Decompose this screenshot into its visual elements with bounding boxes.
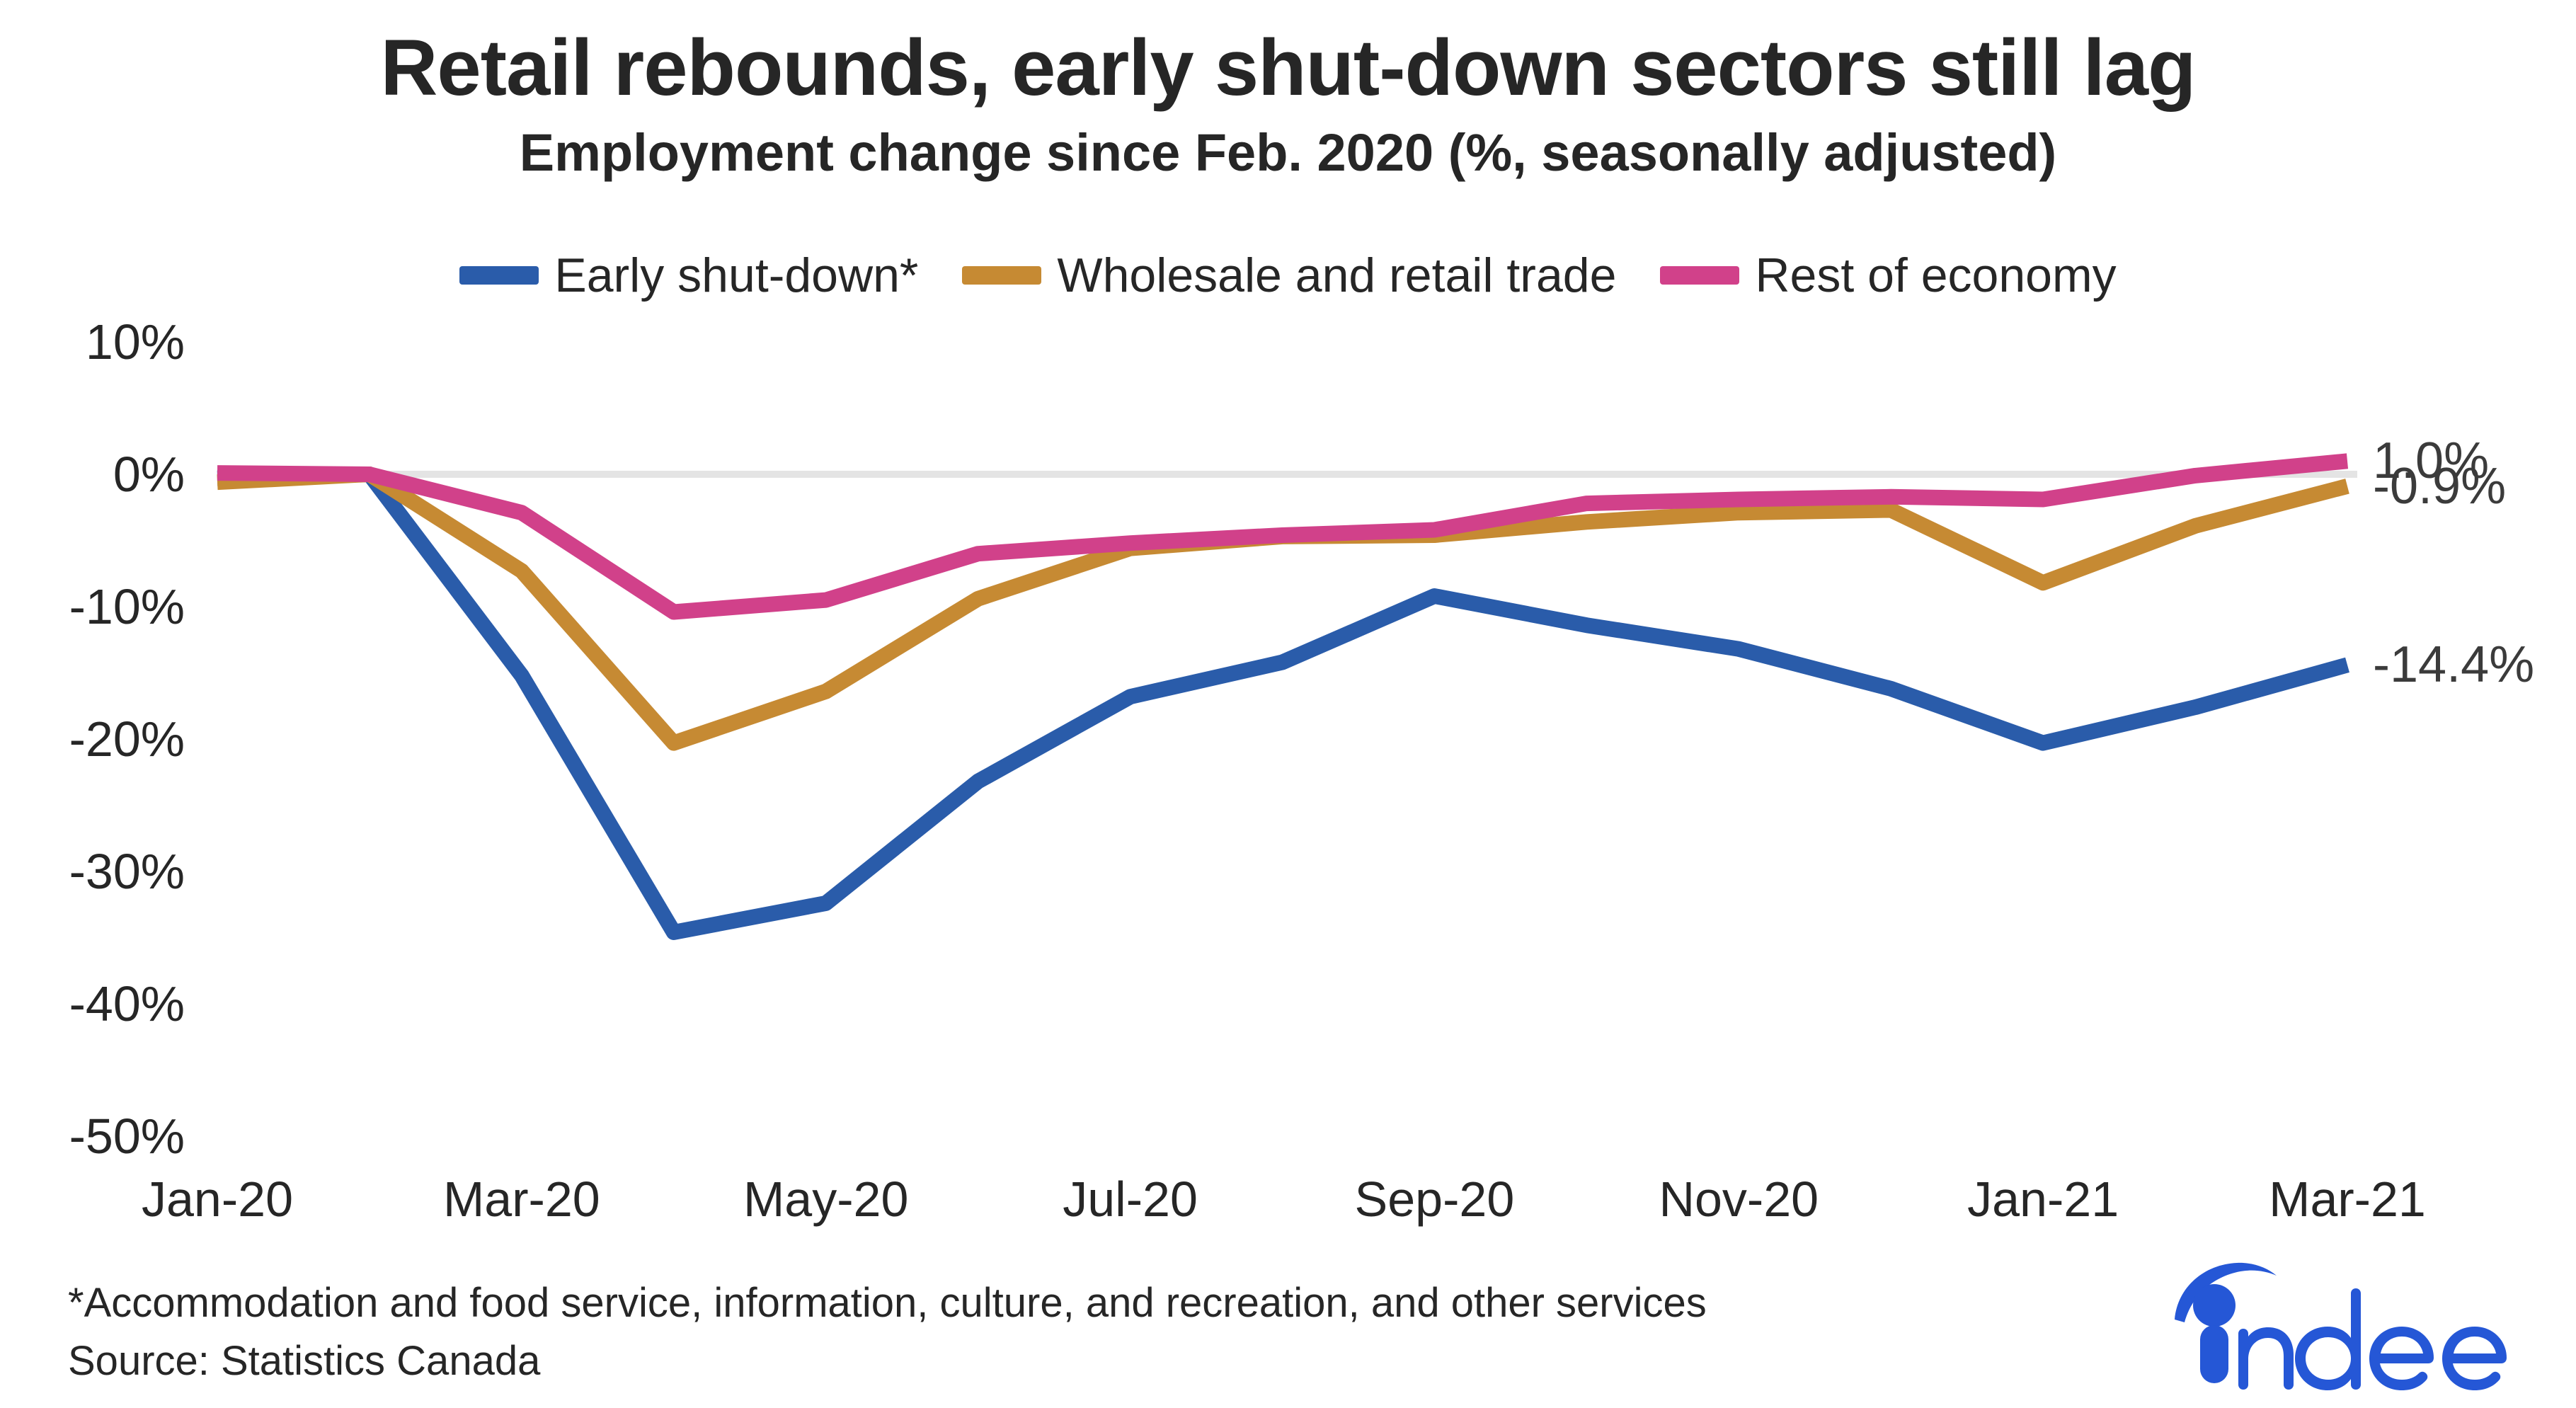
x-axis-tick-label: May-20 — [743, 1172, 909, 1227]
chart-footer: *Accommodation and food service, informa… — [68, 1274, 1908, 1391]
end-label-1: -0.9% — [2373, 457, 2507, 515]
y-axis-tick-label: 0% — [113, 447, 185, 502]
line-chart-svg — [217, 453, 2357, 940]
x-axis-tick-label: Jan-21 — [1967, 1172, 2119, 1227]
chart-page: Retail rebounds, early shut-down sectors… — [0, 0, 2576, 1408]
y-axis-tick-label: -30% — [69, 844, 185, 899]
y-axis-tick-label: -20% — [69, 711, 185, 767]
x-axis-tick-label: Mar-21 — [2269, 1172, 2426, 1227]
x-axis-tick-label: Sep-20 — [1354, 1172, 1515, 1227]
plot-area: 10% 0% -10% -20% -30% -40% -50% Jan-20 Mar-20 Ma… — [0, 0, 2576, 1408]
y-axis-tick-label: -50% — [69, 1109, 185, 1164]
x-axis-tick-label: Mar-20 — [442, 1172, 600, 1227]
y-axis-tick-label: -40% — [69, 976, 185, 1031]
indeed-logo-dot — [2193, 1284, 2236, 1327]
x-axis-tick-label: Jul-20 — [1063, 1172, 1198, 1227]
source-text: Source: Statistics Canada — [68, 1338, 541, 1385]
indeed-logo — [2175, 1262, 2507, 1390]
y-axis-tick-label: -10% — [69, 579, 185, 634]
indeed-letter-i — [2200, 1325, 2228, 1383]
x-axis-tick-label: Nov-20 — [1659, 1172, 1819, 1227]
end-label-2: -14.4% — [2373, 636, 2535, 694]
x-axis-tick-label: Jan-20 — [141, 1172, 294, 1227]
footnote-text: *Accommodation and food service, informa… — [68, 1280, 1707, 1326]
y-axis-tick-label: 10% — [85, 314, 185, 370]
